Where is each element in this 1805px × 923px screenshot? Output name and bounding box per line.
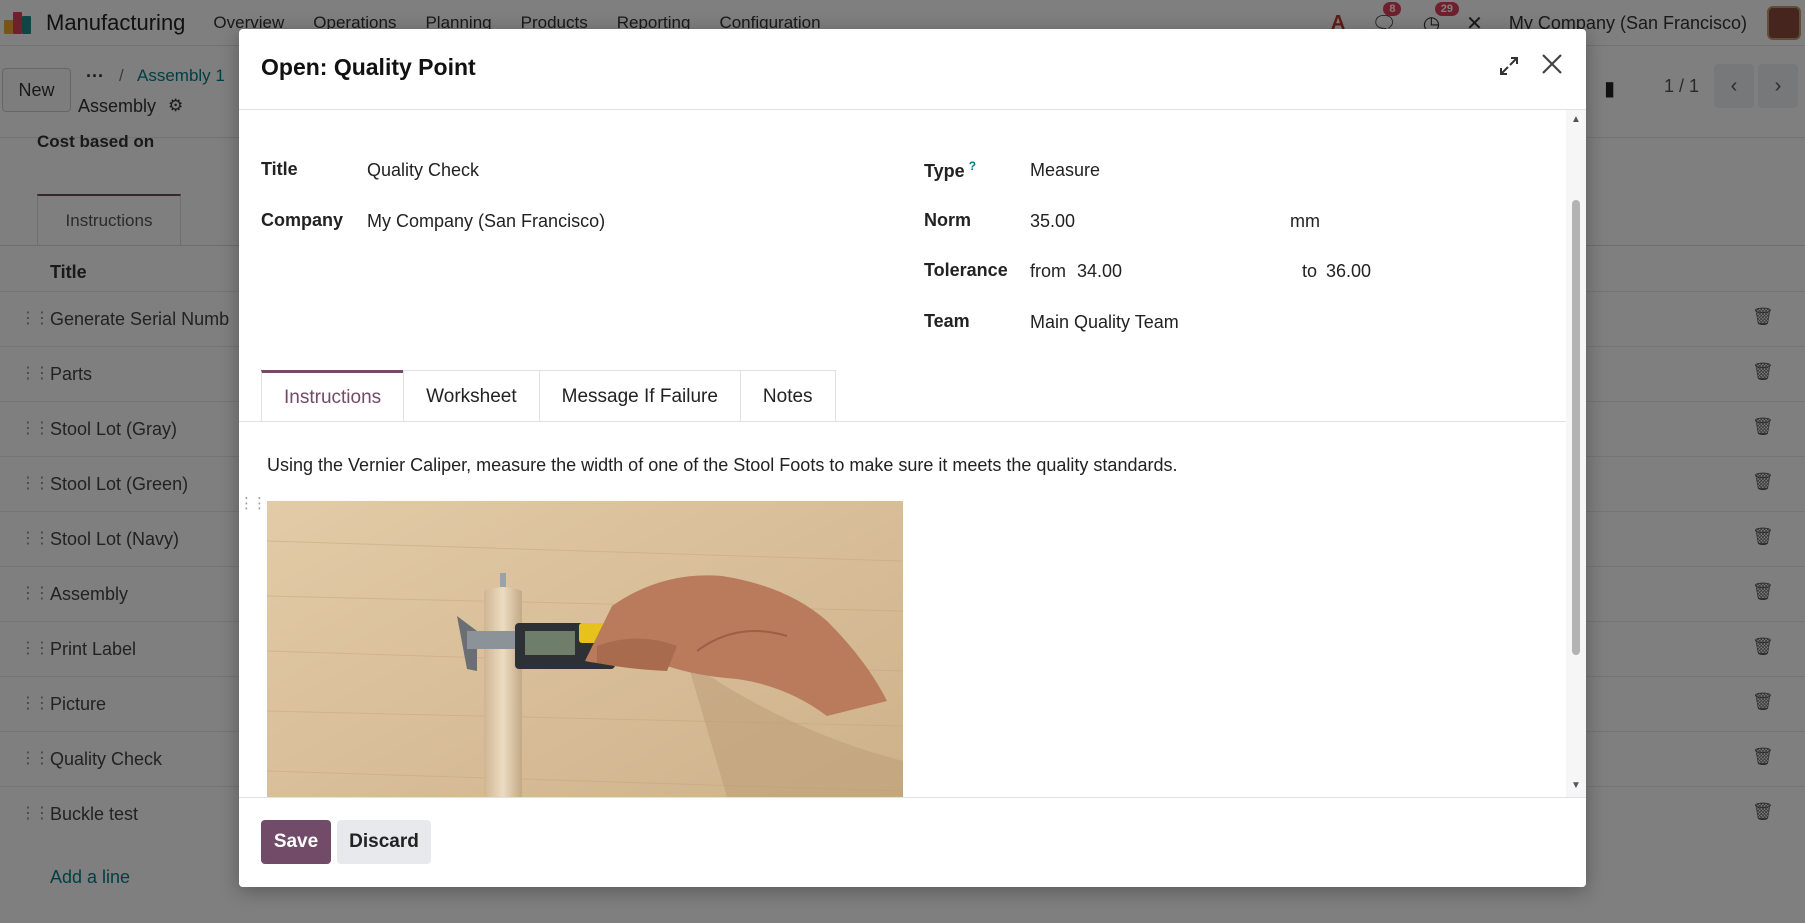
tab-instructions[interactable]: Instructions xyxy=(261,370,405,422)
company-label: Company xyxy=(261,210,344,230)
dialog-footer: Save Discard xyxy=(239,797,1586,887)
norm-unit: mm xyxy=(1290,211,1320,231)
instructions-text[interactable]: Using the Vernier Caliper, measure the w… xyxy=(267,455,1178,476)
team-label: Team xyxy=(924,311,970,331)
scrollbar-thumb[interactable] xyxy=(1572,200,1580,655)
tab-message-if-failure[interactable]: Message If Failure xyxy=(538,370,741,422)
close-icon[interactable] xyxy=(1538,50,1566,78)
scroll-down-icon[interactable]: ▼ xyxy=(1571,780,1581,791)
dialog-scrollbar[interactable]: ▲ ▼ xyxy=(1566,110,1586,797)
dialog-header: Open: Quality Point xyxy=(239,29,1586,110)
norm-field[interactable]: 35.00 xyxy=(1030,211,1075,232)
norm-label: Norm xyxy=(924,210,972,230)
caliper-measurement-image[interactable] xyxy=(267,501,903,797)
title-label: Title xyxy=(261,159,298,179)
type-label: Type? xyxy=(924,159,976,182)
save-button[interactable]: Save xyxy=(261,820,331,864)
quality-point-dialog: Open: Quality Point Title Quality Check … xyxy=(239,29,1586,887)
team-field[interactable]: Main Quality Team xyxy=(1030,312,1179,333)
tolerance-to-field[interactable]: 36.00 xyxy=(1326,261,1371,282)
dialog-tabs: Instructions Worksheet Message If Failur… xyxy=(261,370,836,422)
tolerance-to-label: to xyxy=(1302,261,1318,281)
tab-worksheet[interactable]: Worksheet xyxy=(403,370,540,422)
dialog-body: Title Quality Check Company My Company (… xyxy=(239,110,1566,797)
tolerance-label: Tolerance xyxy=(924,260,1008,280)
tabs-divider xyxy=(239,421,1566,422)
tolerance-from-field[interactable]: 34.00 xyxy=(1077,261,1122,282)
drag-handle-icon[interactable]: ⋮⋮ xyxy=(239,494,267,512)
help-tooltip-icon[interactable]: ? xyxy=(969,159,976,173)
discard-button[interactable]: Discard xyxy=(337,820,431,864)
tab-notes[interactable]: Notes xyxy=(739,370,836,422)
type-field[interactable]: Measure xyxy=(1030,160,1100,181)
expand-icon[interactable] xyxy=(1497,54,1521,78)
dialog-title: Open: Quality Point xyxy=(261,54,476,80)
type-label-text: Type xyxy=(924,161,965,181)
company-field[interactable]: My Company (San Francisco) xyxy=(367,211,605,232)
tolerance-from-label: from xyxy=(1030,261,1066,281)
scroll-up-icon[interactable]: ▲ xyxy=(1571,114,1581,125)
title-field[interactable]: Quality Check xyxy=(367,160,479,181)
